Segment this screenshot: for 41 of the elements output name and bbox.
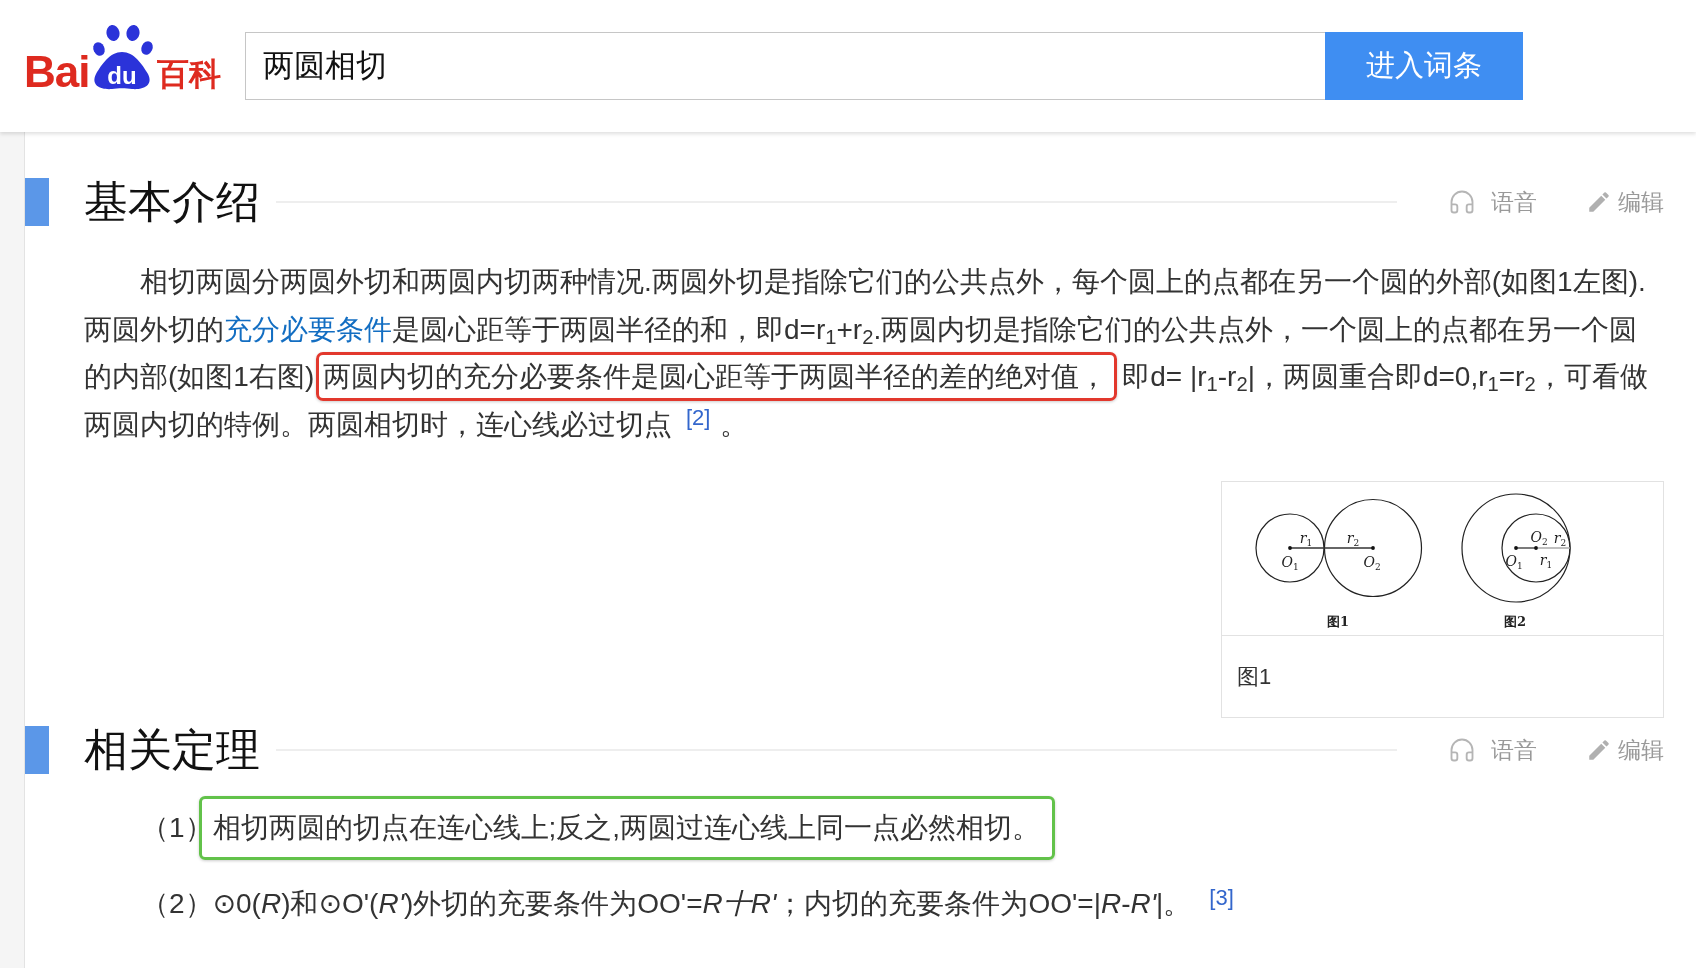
section-title: 基本介绍 <box>84 178 260 226</box>
center-point <box>1288 546 1292 550</box>
diagram-caption: 图1 <box>1327 614 1349 628</box>
center-point <box>1371 546 1375 550</box>
point-label: O$_{1}$ <box>1281 555 1299 569</box>
reference-link[interactable]: [2] <box>686 404 711 430</box>
site-logo[interactable]: Bai du 百科 <box>24 24 225 90</box>
circle-outline <box>1255 513 1325 583</box>
reference-link[interactable]: [3] <box>1209 886 1234 910</box>
item-text: 相切两圆的切点在连心线上;反之,两圆过连心线上同一点必然相切。 <box>198 796 1056 860</box>
search-field[interactable]: 两圆相切 <box>245 32 1325 100</box>
section-marker <box>25 726 49 774</box>
item-text: ⊙0(R)和⊙O'(R')外切的充要条件为OO'=R十R'；内切的充要条件为OO'=|R-R'|。 <box>212 887 1192 921</box>
pencil-icon <box>1586 737 1612 763</box>
edit-button[interactable]: 编辑 <box>1586 734 1664 766</box>
center-point <box>1534 546 1538 550</box>
radius-label: r$_{1}$ <box>1299 531 1313 545</box>
point-label: O$_{1}$ <box>1505 554 1523 568</box>
radius-label: r$_{2}$ <box>1553 531 1567 545</box>
headphones-icon <box>1448 188 1476 216</box>
radius-line <box>1535 547 1571 549</box>
pencil-icon <box>1586 189 1612 215</box>
item-number: （2） <box>141 887 213 921</box>
diagram-caption: 图2 <box>1504 614 1526 628</box>
radius-label: r$_{2}$ <box>1346 531 1360 545</box>
voice-button[interactable]: 语音 <box>1448 186 1537 218</box>
enter-entry-button[interactable]: 进入词条 <box>1325 32 1523 100</box>
center-point <box>1514 546 1518 550</box>
point-label: O$_{2}$ <box>1363 555 1381 569</box>
section-title: 相关定理 <box>84 726 260 774</box>
point-label: O$_{2}$ <box>1530 530 1548 544</box>
figure-caption: 图1 <box>1236 662 1273 691</box>
term-link[interactable]: 充分必要条件 <box>224 313 392 345</box>
paragraph: 相切两圆分两圆外切和两圆内切两种情况.两圆外切是指除它们的公共点外，每个圆上的点都在另一个圆的外部(如图1左图).两圆外切的充分必要条件是圆心距等于两圆半径的和，即d=r$_{1}$+r$_{2}$.两圆内切是指除它们的公共点外，一个圆上的点都在另一个圆的内部(如图1右图) 两圆内切的充分必要条件是圆心距等于两圆半径的差的绝对值， 即d= |r$_{1}$-r$_{2}$|，两圆重合即d=0,r$_{1}$=r$_{2}$，可看做两圆内切的特例。两圆相切时，连心线必过切点 $^{[2]}$ 。 <box>84 265 1649 442</box>
headphones-icon <box>1448 736 1476 764</box>
edit-button[interactable]: 编辑 <box>1586 186 1664 218</box>
voice-button[interactable]: 语音 <box>1448 734 1537 766</box>
highlighted-text: 两圆内切的充分必要条件是圆心距等于两圆半径的差的绝对值， <box>316 352 1118 401</box>
center-line <box>1515 547 1537 549</box>
radius-label: r$_{1}$ <box>1539 553 1553 567</box>
section-marker <box>25 178 49 226</box>
